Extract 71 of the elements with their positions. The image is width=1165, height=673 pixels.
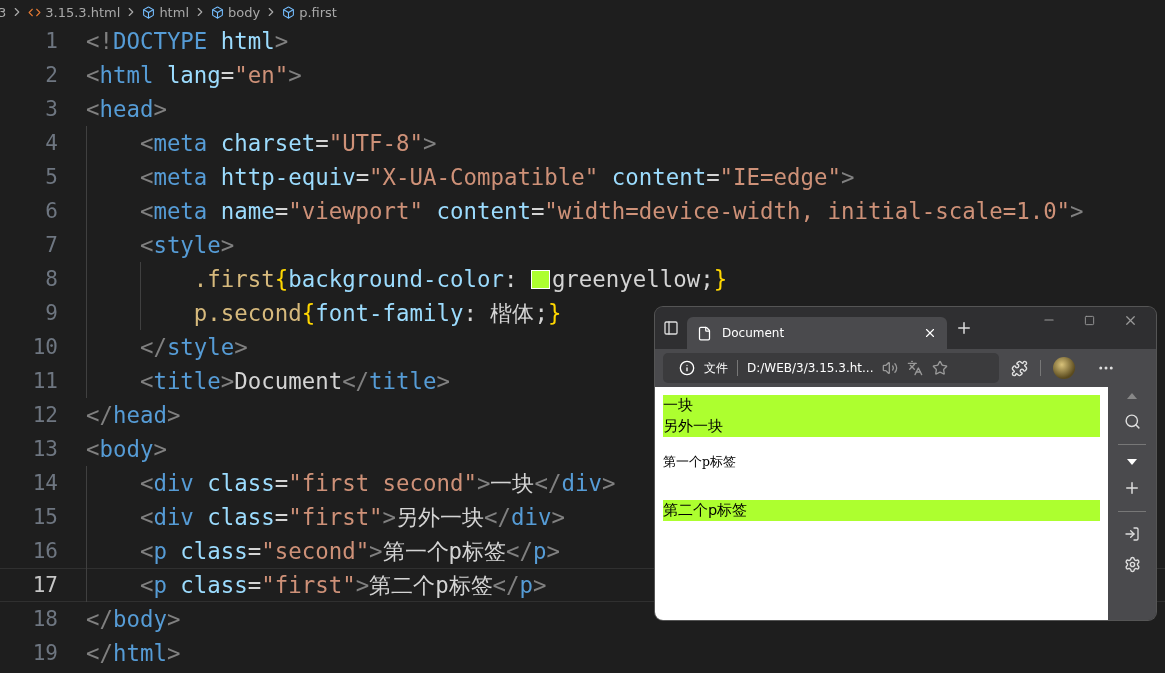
address-bar[interactable]: 文件 D:/WEB/3/3.15.3.ht... xyxy=(663,353,999,383)
puzzle-icon[interactable] xyxy=(1011,359,1028,377)
breadcrumb-item[interactable]: 3.15.3.html xyxy=(45,4,121,20)
line-number: 9 xyxy=(44,301,58,325)
line-number: 18 xyxy=(31,607,58,631)
color-swatch[interactable] xyxy=(530,269,550,289)
code-line: <p class="second">第一个p标签</p> xyxy=(86,534,560,568)
code-line: <p class="first">第二个p标签</p> xyxy=(86,568,547,602)
code-line: <title>Document</title> xyxy=(86,364,450,398)
breadcrumb-item[interactable]: html xyxy=(159,4,189,20)
cube-icon xyxy=(142,5,156,19)
read-aloud-icon[interactable] xyxy=(882,360,899,376)
code-line: <div class="first">另外一块</div> xyxy=(86,500,565,534)
code-line: <!DOCTYPE html> xyxy=(86,27,289,56)
line-number: 2 xyxy=(44,63,58,87)
security-label: 文件 xyxy=(704,359,728,377)
div-text: 一块 xyxy=(663,397,693,413)
line-number: 15 xyxy=(31,505,58,529)
paragraph: 第一个p标签 xyxy=(663,454,736,469)
cube-icon xyxy=(211,5,224,19)
line-number: 10 xyxy=(31,335,58,359)
line-number: 8 xyxy=(44,267,58,291)
line-number: 12 xyxy=(31,403,58,427)
url-text: D:/WEB/3/3.15.3.ht... xyxy=(747,361,874,375)
code-line: p.second{font-family: 楷体;} xyxy=(86,296,562,330)
exit-panel-icon[interactable] xyxy=(1124,526,1140,542)
div-text: 另外一块 xyxy=(663,418,723,434)
tab-actions-icon[interactable] xyxy=(663,320,679,336)
code-line: <body> xyxy=(86,435,167,464)
tab-title: Document xyxy=(722,326,786,340)
code-line: <head> xyxy=(86,95,167,124)
line-number: 3 xyxy=(44,97,58,121)
code-line: </style> xyxy=(86,330,248,364)
code-line: <meta charset="UTF-8"> xyxy=(86,126,437,160)
scroll-up-icon[interactable] xyxy=(1127,393,1137,399)
line-number: 19 xyxy=(31,641,58,665)
code-line: </body> xyxy=(86,605,181,634)
line-number: 5 xyxy=(44,165,58,189)
line-number: 16 xyxy=(31,539,58,563)
paragraph: 第二个p标签 xyxy=(663,502,748,518)
cube-icon xyxy=(282,5,296,19)
search-icon[interactable] xyxy=(1123,413,1141,430)
code-line: .first{background-color: greenyellow;} xyxy=(86,262,728,296)
code-line: <meta name="viewport" content="width=device-width, initial-scale=1.0"> xyxy=(86,194,1084,228)
star-icon[interactable] xyxy=(932,360,949,376)
breadcrumb-item[interactable]: p.first xyxy=(299,4,337,20)
scroll-down-icon[interactable] xyxy=(1127,459,1137,465)
settings-icon[interactable] xyxy=(1123,556,1141,573)
breadcrumb-item[interactable]: body xyxy=(228,4,261,20)
page-icon xyxy=(697,325,712,341)
info-icon[interactable] xyxy=(679,360,695,376)
line-number: 17 xyxy=(31,573,58,597)
code-line: <html lang="en"> xyxy=(86,61,302,90)
line-number: 1 xyxy=(44,29,58,53)
line-number: 7 xyxy=(44,233,58,257)
code-line: <style> xyxy=(86,228,235,262)
line-number: 13 xyxy=(31,437,58,461)
browser-tab[interactable]: Document xyxy=(687,317,947,349)
line-number: 4 xyxy=(44,131,58,155)
plus-icon[interactable] xyxy=(1123,479,1141,497)
line-number: 14 xyxy=(31,471,58,495)
code-line: </head> xyxy=(86,401,181,430)
new-tab-icon[interactable] xyxy=(955,319,973,337)
line-number: 11 xyxy=(31,369,58,393)
code-line: <meta http-equiv="X-UA-Compatible" content="IE=edge"> xyxy=(86,160,855,194)
avatar[interactable] xyxy=(1053,357,1075,379)
code-line: <div class="first second">一块</div> xyxy=(86,466,616,500)
translate-icon[interactable] xyxy=(907,360,924,376)
code-line: </html> xyxy=(86,639,181,668)
close-icon[interactable] xyxy=(923,326,937,340)
line-number: 6 xyxy=(44,199,58,223)
